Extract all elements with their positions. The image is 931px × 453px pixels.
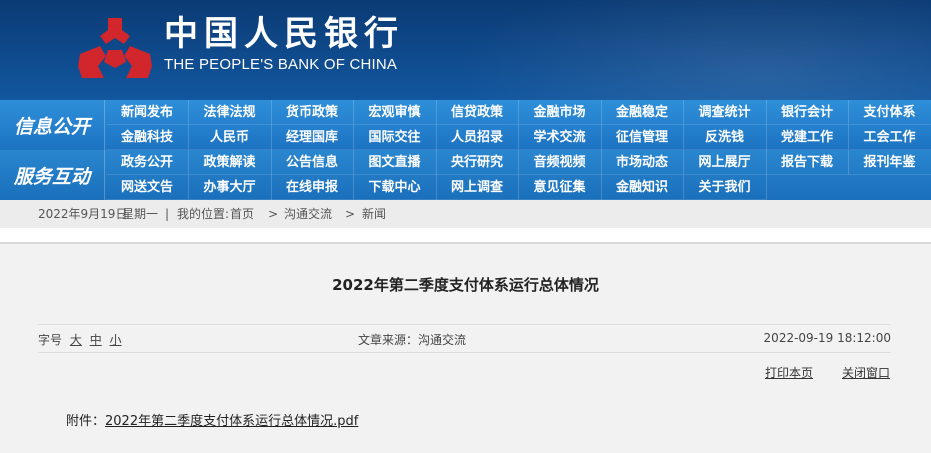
article-source: 文章来源：沟通交流 xyxy=(358,333,467,347)
current-weekday: 星期一 xyxy=(122,207,159,221)
info-nav-item[interactable]: 支付体系 xyxy=(848,100,931,125)
info-disclosure-nav: 信息公开 新闻发布 法律法规 货币政策 宏观审慎 信贷政策 金融市场 金融稳定 调查统计 银行会… xyxy=(0,100,931,150)
breadcrumb: 2022年9月19日 星期一 | 我的位置: 首页 > 沟通交流 > 新闻 xyxy=(0,200,931,228)
info-nav-item[interactable]: 金融科技 xyxy=(106,125,189,150)
font-small-button[interactable]: 小 xyxy=(110,333,122,347)
info-nav-item[interactable]: 党建工作 xyxy=(766,125,849,150)
service-interaction-nav: 服务互动 政务公开 政策解读 公告信息 图文直播 央行研究 音频视频 市场动态 网上展厅 报告下… xyxy=(0,150,931,200)
info-nav-item[interactable]: 银行会计 xyxy=(766,100,849,125)
bank-name-en: THE PEOPLE'S BANK OF CHINA xyxy=(164,56,398,73)
info-nav-item[interactable]: 工会工作 xyxy=(848,125,931,150)
info-nav-item[interactable]: 经理国库 xyxy=(271,125,354,150)
attachment-label: 附件： xyxy=(66,414,106,429)
breadcrumb-level2[interactable]: 新闻 xyxy=(362,200,386,228)
service-nav-item[interactable]: 报刊年鉴 xyxy=(848,150,931,175)
bank-name-cn: 中国人民银行 xyxy=(164,14,404,54)
info-nav-item[interactable]: 金融稳定 xyxy=(601,100,684,125)
service-nav-item[interactable]: 音频视频 xyxy=(518,150,602,175)
article-content: 2022年第二季度支付体系运行总体情况 字号 大 中 小 文章来源：沟通交流 2… xyxy=(0,244,931,453)
info-nav-item[interactable]: 人员招录 xyxy=(436,125,519,150)
article-title: 2022年第二季度支付体系运行总体情况 xyxy=(332,276,599,294)
service-interaction-heading: 服务互动 xyxy=(0,150,105,200)
font-medium-button[interactable]: 中 xyxy=(90,333,102,347)
close-window-link[interactable]: 关闭窗口 xyxy=(842,364,890,381)
info-nav-item[interactable]: 国际交往 xyxy=(353,125,437,150)
breadcrumb-arrow: > xyxy=(268,207,279,221)
info-nav-item[interactable]: 法律法规 xyxy=(188,100,272,125)
location-label: 我的位置: xyxy=(177,207,230,221)
article-meta: 字号 大 中 小 文章来源：沟通交流 2022-09-19 18:12:00 xyxy=(38,324,891,352)
print-page-link[interactable]: 打印本页 xyxy=(765,364,813,381)
info-nav-item[interactable]: 宏观审慎 xyxy=(353,100,437,125)
service-nav-item[interactable]: 政策解读 xyxy=(188,150,272,175)
service-nav-item[interactable]: 图文直播 xyxy=(353,150,437,175)
service-nav-item[interactable]: 网送文告 xyxy=(106,175,189,200)
info-nav-item[interactable]: 反洗钱 xyxy=(683,125,767,150)
info-nav-grid: 新闻发布 法律法规 货币政策 宏观审慎 信贷政策 金融市场 金融稳定 调查统计 银行会计 支付体系… xyxy=(106,100,931,150)
pboc-emblem-icon[interactable] xyxy=(78,16,152,84)
attachment: 附件：2022年第二季度支付体系运行总体情况.pdf xyxy=(66,410,358,429)
breadcrumb-separator: | xyxy=(165,207,170,221)
article-datetime: 2022-09-19 18:12:00 xyxy=(763,331,891,345)
service-nav-item[interactable]: 办事大厅 xyxy=(188,175,272,200)
header-banner: 中国人民银行 THE PEOPLE'S BANK OF CHINA xyxy=(0,0,931,100)
attachment-pdf-link[interactable]: 2022年第二季度支付体系运行总体情况.pdf xyxy=(105,414,358,429)
divider xyxy=(38,352,891,353)
info-nav-item[interactable]: 信贷政策 xyxy=(436,100,519,125)
service-nav-item[interactable]: 央行研究 xyxy=(436,150,519,175)
service-nav-item[interactable]: 金融知识 xyxy=(601,175,684,200)
service-nav-item[interactable]: 关于我们 xyxy=(683,175,767,200)
font-size-label: 字号 xyxy=(38,333,63,347)
info-disclosure-heading: 信息公开 xyxy=(0,100,105,150)
service-nav-item[interactable]: 市场动态 xyxy=(601,150,684,175)
service-nav-item[interactable]: 下载中心 xyxy=(353,175,437,200)
service-nav-item[interactable]: 意见征集 xyxy=(518,175,602,200)
breadcrumb-home[interactable]: 首页 xyxy=(230,200,254,228)
info-nav-item[interactable]: 学术交流 xyxy=(518,125,602,150)
service-nav-item[interactable]: 政务公开 xyxy=(106,150,189,175)
current-date: 2022年9月19日 xyxy=(38,207,128,221)
breadcrumb-arrow: > xyxy=(345,207,356,221)
service-nav-grid: 政务公开 政策解读 公告信息 图文直播 央行研究 音频视频 市场动态 网上展厅 报告下载 报刊年鉴… xyxy=(106,150,931,200)
info-nav-item[interactable]: 调查统计 xyxy=(683,100,767,125)
service-nav-item[interactable]: 网上调查 xyxy=(436,175,519,200)
service-nav-item[interactable]: 公告信息 xyxy=(271,150,354,175)
font-large-button[interactable]: 大 xyxy=(70,333,82,347)
info-nav-item[interactable]: 新闻发布 xyxy=(106,100,189,125)
info-nav-item[interactable]: 金融市场 xyxy=(518,100,602,125)
font-size-control: 字号 大 中 小 xyxy=(38,331,122,348)
service-nav-item[interactable]: 网上展厅 xyxy=(683,150,767,175)
main-navigation: 信息公开 新闻发布 法律法规 货币政策 宏观审慎 信贷政策 金融市场 金融稳定 调查统计 银行会… xyxy=(0,100,931,200)
info-nav-item[interactable]: 征信管理 xyxy=(601,125,684,150)
service-nav-item[interactable]: 报告下载 xyxy=(766,150,849,175)
info-nav-item[interactable]: 货币政策 xyxy=(271,100,354,125)
info-nav-item[interactable]: 人民币 xyxy=(188,125,272,150)
breadcrumb-level1[interactable]: 沟通交流 xyxy=(284,200,332,228)
service-nav-item[interactable]: 在线申报 xyxy=(271,175,354,200)
